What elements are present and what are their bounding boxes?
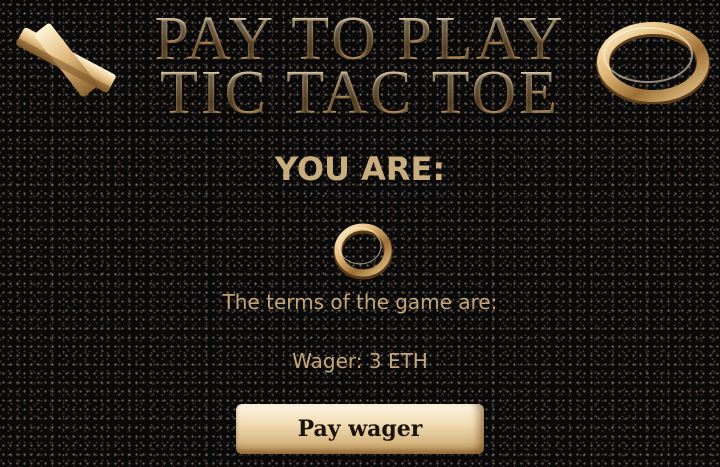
gold-o-icon	[596, 22, 710, 104]
pay-wager-button[interactable]: Pay wager	[236, 404, 484, 454]
gold-x-icon	[16, 23, 116, 97]
you-are-heading: YOU ARE:	[274, 150, 446, 188]
terms-heading: The terms of the game are:	[222, 290, 498, 314]
player-symbol-o-icon	[333, 223, 393, 280]
wager-amount: Wager: 3 ETH	[292, 349, 428, 373]
